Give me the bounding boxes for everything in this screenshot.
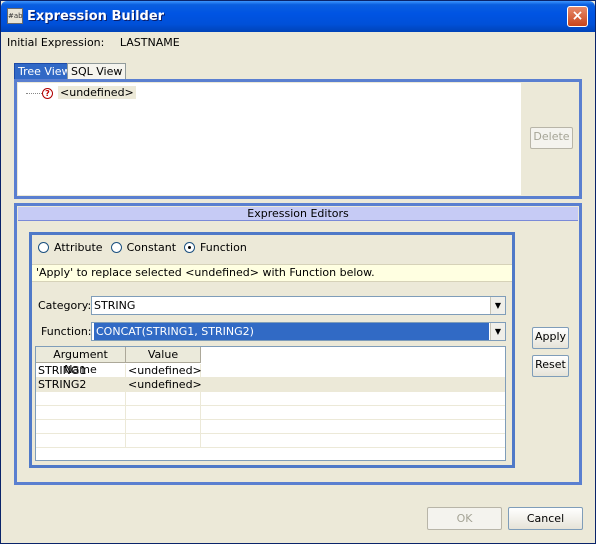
radio-constant-circle[interactable] xyxy=(110,242,122,253)
radio-attribute-circle[interactable] xyxy=(38,242,49,253)
argument-value-cell[interactable]: <undefined> xyxy=(126,378,202,392)
radio-function-circle[interactable] xyxy=(184,242,196,253)
ok-button[interactable]: OK xyxy=(427,507,502,530)
table-row-empty xyxy=(36,392,505,406)
arguments-table: Argument Name Value STRING1 <undefined> … xyxy=(35,346,506,461)
initial-expression: Initial Expression: LASTNAME xyxy=(7,36,180,49)
editor-type-radio-group: Attribute Constant Function xyxy=(38,241,255,254)
delete-button[interactable]: Delete xyxy=(530,127,573,149)
table-row-empty xyxy=(36,420,505,434)
app-icon: #ab xyxy=(7,8,23,24)
argument-name-cell: STRING2 xyxy=(36,378,126,392)
function-select[interactable]: CONCAT(STRING1, STRING2) ▼ xyxy=(91,322,506,341)
column-value[interactable]: Value xyxy=(126,347,201,363)
cancel-button[interactable]: Cancel xyxy=(508,507,583,530)
tree-view-panel: ? <undefined> Delete xyxy=(14,79,582,199)
argument-value-cell[interactable]: <undefined> xyxy=(126,364,202,378)
arguments-table-header: Argument Name Value xyxy=(36,347,201,376)
tab-sql-view[interactable]: SQL View xyxy=(67,63,127,79)
tab-tree-view[interactable]: Tree View xyxy=(14,63,75,79)
radio-function[interactable]: Function xyxy=(184,241,247,254)
radio-attribute[interactable]: Attribute xyxy=(38,241,103,254)
window-title: Expression Builder xyxy=(27,9,165,24)
radio-constant[interactable]: Constant xyxy=(110,241,177,254)
function-value: CONCAT(STRING1, STRING2) xyxy=(94,323,489,340)
table-row[interactable]: STRING1 <undefined> xyxy=(36,364,505,378)
tree-node-undefined[interactable]: <undefined> xyxy=(58,86,136,99)
table-row[interactable]: STRING2 <undefined> xyxy=(36,378,505,392)
function-label: Function: xyxy=(41,325,92,338)
reset-button[interactable]: Reset xyxy=(532,355,569,377)
initial-expression-value: LASTNAME xyxy=(119,36,180,49)
category-label: Category: xyxy=(38,299,92,312)
column-argument-name[interactable]: Argument Name xyxy=(36,347,126,376)
argument-name-cell: STRING1 xyxy=(36,364,126,378)
radio-constant-label: Constant xyxy=(126,241,177,254)
function-editor-panel: Attribute Constant Function 'Apply' to r… xyxy=(29,232,515,468)
apply-hint: 'Apply' to replace selected <undefined> … xyxy=(32,264,512,282)
close-button[interactable]: × xyxy=(567,6,588,27)
radio-function-label: Function xyxy=(200,241,247,254)
question-icon: ? xyxy=(42,88,53,99)
radio-attribute-label: Attribute xyxy=(54,241,103,254)
initial-expression-label: Initial Expression: xyxy=(7,36,105,49)
chevron-down-icon[interactable]: ▼ xyxy=(490,323,505,340)
title-bar[interactable]: #ab Expression Builder × xyxy=(1,1,595,32)
expression-builder-window: #ab Expression Builder × Initial Express… xyxy=(0,0,596,544)
category-select[interactable]: STRING ▼ xyxy=(91,296,506,315)
table-row-empty xyxy=(36,406,505,420)
expression-tree[interactable]: ? <undefined> xyxy=(18,83,521,195)
chevron-down-icon[interactable]: ▼ xyxy=(490,297,505,314)
category-value: STRING xyxy=(94,299,136,312)
expression-editors-panel: Expression Editors Attribute Constant Fu… xyxy=(14,203,582,485)
expression-editors-header: Expression Editors xyxy=(18,207,578,221)
table-row-empty xyxy=(36,434,505,448)
apply-button[interactable]: Apply xyxy=(532,327,569,349)
